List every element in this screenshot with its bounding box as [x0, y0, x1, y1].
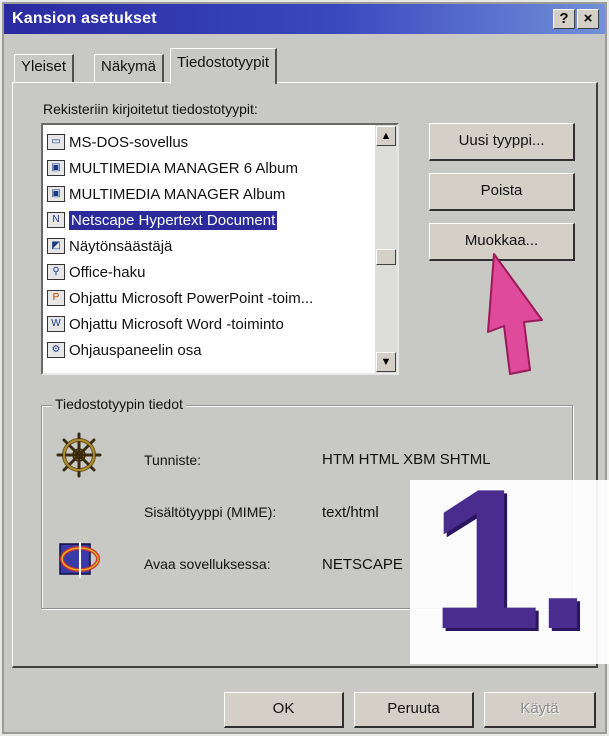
list-item[interactable]: W Ohjattu Microsoft Word -toiminto: [47, 311, 367, 337]
list-item-label: MULTIMEDIA MANAGER Album: [69, 185, 286, 203]
tab-file-types[interactable]: Tiedostotyypit: [170, 48, 277, 84]
control-panel-icon: ⚙: [47, 342, 65, 358]
album-icon: ▣: [47, 160, 65, 176]
list-item-label: Netscape Hypertext Document: [69, 210, 278, 230]
netscape-document-icon: N: [47, 212, 65, 228]
step-number: 1.: [430, 448, 591, 671]
list-item[interactable]: N Netscape Hypertext Document: [47, 207, 367, 233]
list-item-label: MULTIMEDIA MANAGER 6 Album: [69, 159, 298, 177]
title-buttons: ? ×: [553, 9, 599, 29]
dos-window-icon: ▭: [47, 134, 65, 150]
tab-general[interactable]: Yleiset: [14, 54, 75, 82]
list-item[interactable]: ▣ MULTIMEDIA MANAGER Album: [47, 181, 367, 207]
file-types-listbox[interactable]: ▭ MS-DOS-sovellus ▣ MULTIMEDIA MANAGER 6…: [41, 123, 399, 375]
new-type-button[interactable]: Uusi tyyppi...: [429, 123, 575, 161]
details-group-title: Tiedostotyypin tiedot: [52, 396, 186, 412]
list-item[interactable]: ⚙ Ohjauspaneelin osa: [47, 337, 367, 363]
tab-view[interactable]: Näkymä: [94, 54, 165, 82]
help-button[interactable]: ?: [553, 9, 575, 29]
list-item[interactable]: ▭ MS-DOS-sovellus: [47, 129, 367, 155]
list-item[interactable]: ⚲ Office-haku: [47, 259, 367, 285]
mime-label: Sisältötyyppi (MIME):: [144, 504, 277, 520]
close-button[interactable]: ×: [577, 9, 599, 29]
list-item[interactable]: ◩ Näytönsäästäjä: [47, 233, 367, 259]
extension-label: Tunniste:: [144, 452, 202, 468]
list-item-label: MS-DOS-sovellus: [69, 133, 189, 151]
word-icon: W: [47, 316, 65, 332]
screensaver-icon: ◩: [47, 238, 65, 254]
list-item[interactable]: ▣ MULTIMEDIA MANAGER 6 Album: [47, 155, 367, 181]
scroll-down-button[interactable]: ▼: [376, 352, 396, 372]
open-with-value: NETSCAPE: [322, 556, 403, 573]
pointing-arrow-icon: [487, 253, 543, 375]
netscape-wheel-icon: [56, 432, 102, 478]
list-scrollbar[interactable]: ▲ ▼: [375, 125, 397, 373]
cancel-button[interactable]: Peruuta: [354, 692, 474, 728]
list-item[interactable]: P Ohjattu Microsoft PowerPoint -toim...: [47, 285, 367, 311]
mime-value: text/html: [322, 504, 379, 521]
title-bar[interactable]: Kansion asetukset ? ×: [4, 4, 605, 34]
list-item-label: Näytönsäästäjä: [69, 237, 173, 255]
file-types-list-label: Rekisteriin kirjoitetut tiedostotyypit:: [43, 101, 258, 117]
list-item-label: Ohjauspaneelin osa: [69, 341, 202, 359]
list-item-label: Ohjattu Microsoft Word -toiminto: [69, 315, 284, 333]
album-icon: ▣: [47, 186, 65, 202]
file-types-items: ▭ MS-DOS-sovellus ▣ MULTIMEDIA MANAGER 6…: [47, 129, 367, 363]
open-with-label: Avaa sovelluksessa:: [144, 556, 271, 572]
netscape-app-icon: [59, 542, 100, 578]
apply-button[interactable]: Käytä: [484, 692, 596, 728]
scroll-up-button[interactable]: ▲: [376, 126, 396, 146]
list-item-label: Ohjattu Microsoft PowerPoint -toim...: [69, 289, 314, 307]
office-search-icon: ⚲: [47, 264, 65, 280]
window-title: Kansion asetukset: [12, 10, 157, 27]
powerpoint-icon: P: [47, 290, 65, 306]
scroll-thumb[interactable]: [376, 249, 396, 265]
remove-button[interactable]: Poista: [429, 173, 575, 211]
list-item-label: Office-haku: [69, 263, 146, 281]
folder-options-dialog: Kansion asetukset ? × Yleiset Näkymä Tie…: [0, 0, 609, 736]
ok-button[interactable]: OK: [224, 692, 344, 728]
